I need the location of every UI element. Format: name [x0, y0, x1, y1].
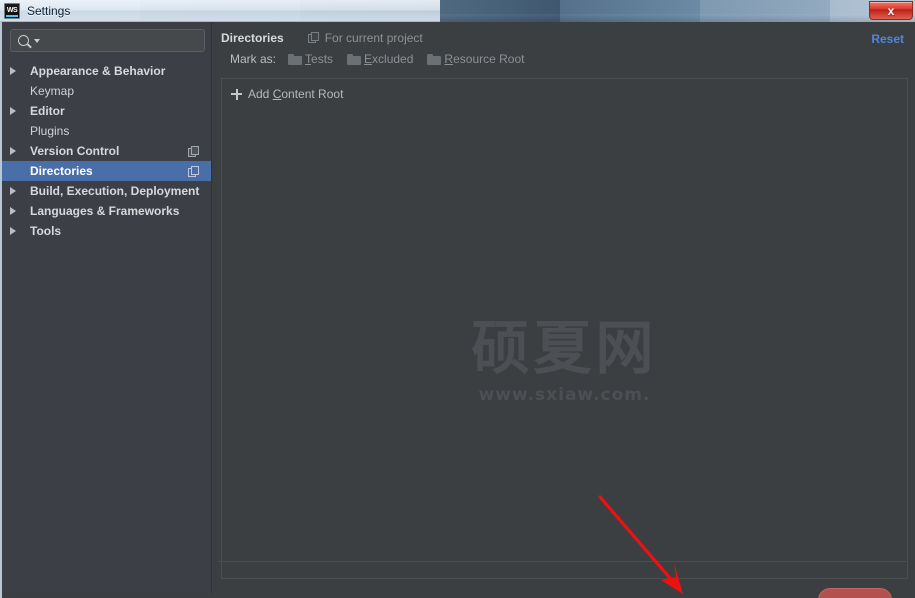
sidebar-item-label: Tools	[30, 224, 62, 238]
mark-as-toolbar: Mark as: Tests Excluded Resource Root	[212, 48, 915, 70]
expand-arrow-icon[interactable]	[10, 187, 30, 195]
close-button[interactable]: x	[869, 1, 913, 20]
sidebar-item-languages-frameworks[interactable]: Languages & Frameworks	[2, 201, 211, 221]
settings-window: WS Settings x Appearance & Behavior Keym…	[0, 0, 915, 598]
expand-arrow-icon[interactable]	[10, 147, 30, 155]
page-title: Directories	[221, 30, 284, 45]
dialog-button-bar-divider	[218, 561, 906, 562]
sidebar-item-label: Keymap	[30, 84, 75, 98]
sidebar-item-version-control[interactable]: Version Control	[2, 141, 211, 161]
sidebar-item-label: Plugins	[30, 124, 70, 138]
reset-link[interactable]: Reset	[871, 32, 904, 46]
search-input[interactable]	[10, 29, 205, 52]
watermark-url: www.sxiaw.com.	[478, 385, 651, 405]
project-scope-icon	[188, 165, 199, 177]
mark-as-excluded-label: Excluded	[364, 52, 414, 66]
sidebar-item-label: Editor	[30, 104, 65, 118]
folder-icon	[347, 53, 362, 65]
webstorm-icon: WS	[4, 2, 20, 19]
settings-sidebar: Appearance & Behavior Keymap Editor Plug…	[2, 22, 212, 593]
sidebar-item-plugins[interactable]: Plugins	[2, 121, 211, 141]
search-icon	[18, 35, 40, 46]
expand-arrow-icon[interactable]	[10, 207, 30, 215]
content-header: Directories For current project	[212, 22, 915, 45]
project-scope-icon	[188, 145, 199, 157]
folder-icon	[288, 53, 303, 65]
mark-as-label: Mark as:	[230, 52, 277, 66]
expand-arrow-icon[interactable]	[10, 227, 30, 235]
content-roots-area[interactable]: Add Content Root 硕夏网 www.sxiaw.com.	[221, 78, 908, 579]
search-container	[2, 22, 211, 52]
watermark: 硕夏网 www.sxiaw.com.	[222, 319, 907, 405]
add-content-root-button[interactable]: Add Content Root	[222, 79, 907, 101]
sidebar-item-label: Appearance & Behavior	[30, 64, 166, 78]
settings-dialog: Appearance & Behavior Keymap Editor Plug…	[0, 22, 915, 598]
sidebar-item-label: Version Control	[30, 144, 120, 158]
mark-as-tests-button[interactable]: Tests	[288, 52, 333, 66]
sidebar-item-directories[interactable]: Directories	[2, 161, 211, 181]
project-scope-icon	[307, 32, 319, 43]
sidebar-item-appearance-behavior[interactable]: Appearance & Behavior	[2, 61, 211, 81]
watermark-brand: 硕夏网	[471, 314, 658, 382]
mark-as-tests-label: Tests	[305, 52, 334, 66]
chevron-down-icon	[34, 38, 40, 43]
sidebar-item-label: Languages & Frameworks	[30, 204, 180, 218]
mark-as-resource-root-button[interactable]: Resource Root	[427, 52, 524, 66]
mark-as-resource-root-label: Resource Root	[444, 52, 525, 66]
sidebar-item-tools[interactable]: Tools	[2, 221, 211, 241]
scope-note-label: For current project	[324, 30, 423, 45]
window-title: Settings	[27, 3, 71, 18]
sidebar-item-label: Build, Execution, Deployment	[30, 184, 200, 198]
add-content-root-label: Add Content Root	[248, 87, 344, 101]
scope-note: For current project	[307, 30, 423, 45]
dialog-default-button[interactable]	[818, 588, 892, 598]
sidebar-item-build-execution-deployment[interactable]: Build, Execution, Deployment	[2, 181, 211, 201]
settings-content-panel: Directories For current project Reset Ma…	[212, 22, 915, 593]
window-titlebar[interactable]: WS Settings	[0, 0, 440, 22]
expand-arrow-icon[interactable]	[10, 67, 30, 75]
folder-icon	[427, 53, 442, 65]
sidebar-item-label: Directories	[30, 164, 93, 178]
expand-arrow-icon[interactable]	[10, 107, 30, 115]
close-icon: x	[887, 3, 895, 18]
mark-as-excluded-button[interactable]: Excluded	[347, 52, 413, 66]
sidebar-item-editor[interactable]: Editor	[2, 101, 211, 121]
webstorm-icon-text: WS	[6, 7, 18, 14]
plus-icon	[231, 88, 242, 100]
sidebar-item-keymap[interactable]: Keymap	[2, 81, 211, 101]
settings-tree: Appearance & Behavior Keymap Editor Plug…	[2, 61, 211, 241]
